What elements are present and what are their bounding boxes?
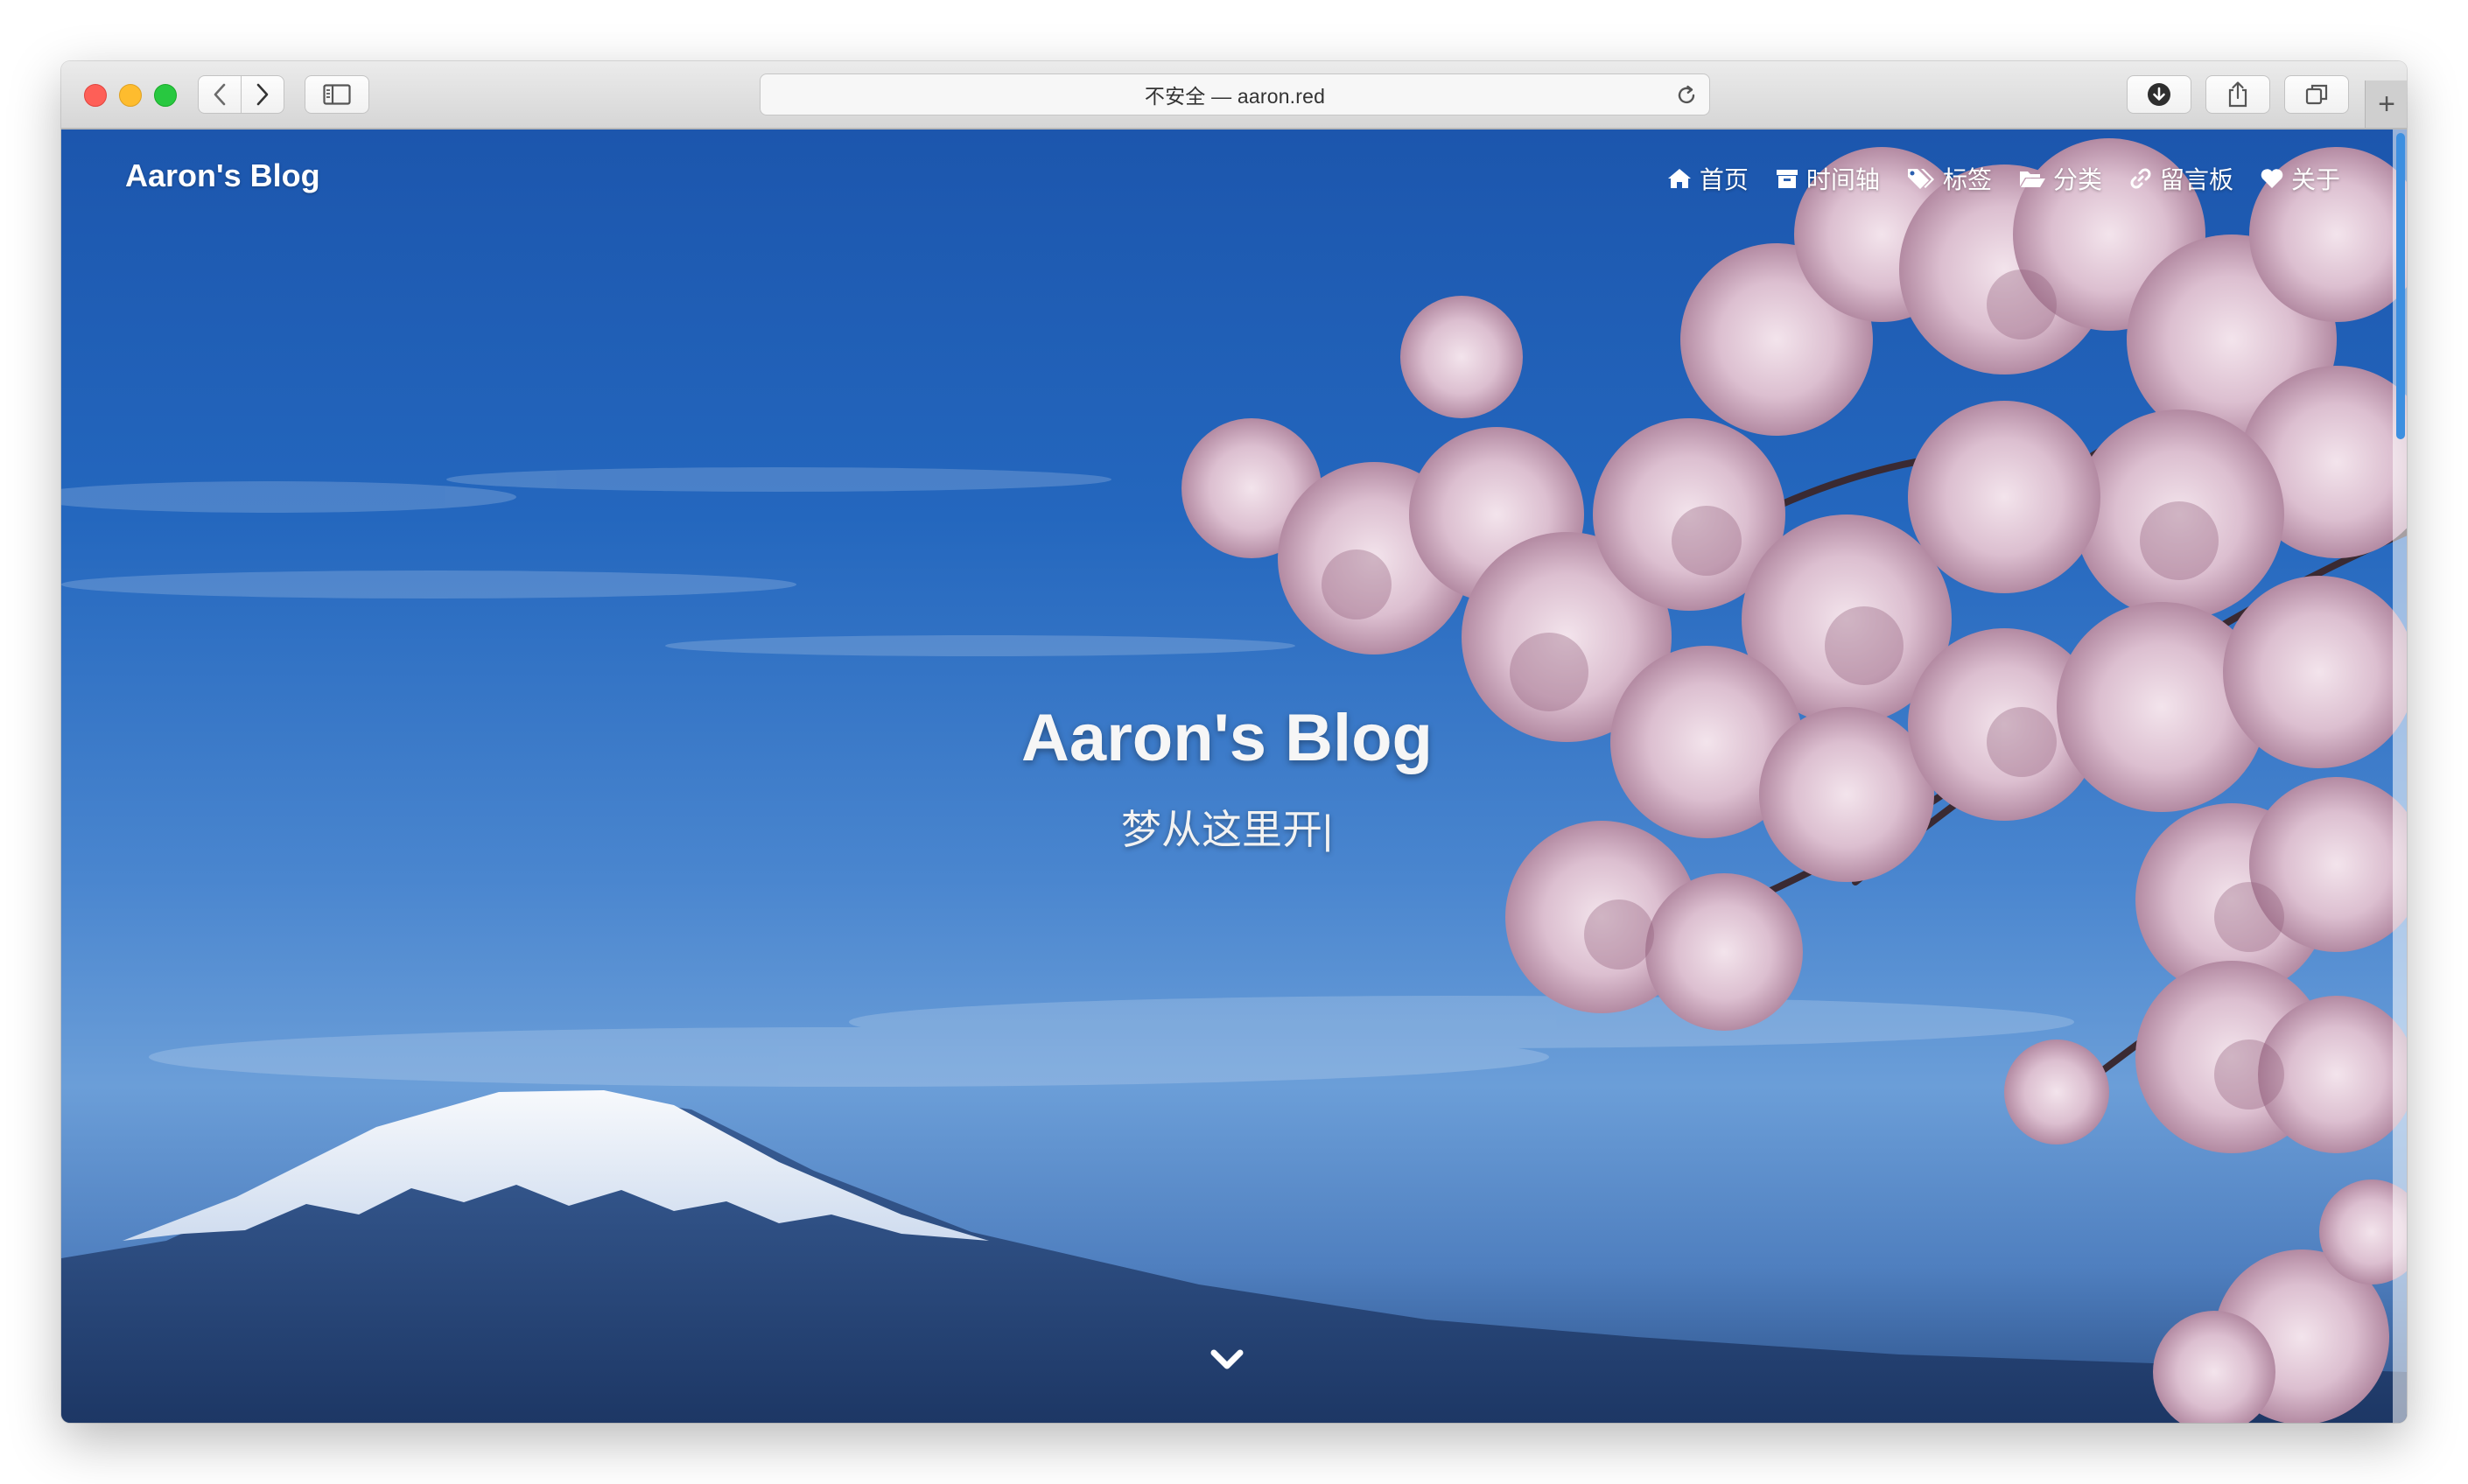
back-button[interactable] xyxy=(198,75,242,114)
hero-background-image xyxy=(61,138,2407,1423)
close-window-button[interactable] xyxy=(84,84,107,107)
sidebar-icon xyxy=(323,84,351,105)
home-icon xyxy=(1667,169,1691,188)
tabs-overview-icon xyxy=(2305,84,2328,105)
nav-item-label: 标签 xyxy=(1942,166,1992,193)
link-icon xyxy=(2130,168,2151,189)
heart-icon xyxy=(2261,169,2283,188)
nav-item-label: 首页 xyxy=(1699,166,1749,193)
forward-button[interactable] xyxy=(241,75,284,114)
download-icon xyxy=(2148,83,2170,106)
nav-item-categories[interactable]: 分类 xyxy=(2018,161,2102,196)
folder-open-icon xyxy=(2019,172,2045,187)
address-bar[interactable]: 不安全 — aaron.red xyxy=(760,74,1710,116)
page-scrollbar[interactable] xyxy=(2393,130,2407,1423)
tags-icon xyxy=(1907,169,1934,189)
browser-toolbar: 不安全 — aaron.red + xyxy=(61,61,2407,130)
archive-icon xyxy=(1776,170,1798,188)
browser-window: 不安全 — aaron.red + Aaron's Blog 首页 时间轴 标签… xyxy=(61,61,2407,1423)
new-tab-button[interactable]: + xyxy=(2365,80,2407,128)
nav-item-label: 时间轴 xyxy=(1805,166,1880,193)
minimize-window-button[interactable] xyxy=(119,84,142,107)
share-button[interactable] xyxy=(2205,75,2270,114)
site-nav: 首页 时间轴 标签 分类 留言板 关于 xyxy=(1666,161,2340,196)
chevron-down-icon[interactable] xyxy=(1209,1348,1245,1374)
blog-hero: Aaron's Blog 首页 时间轴 标签 分类 留言板 关于 Aaron's… xyxy=(61,130,2407,1423)
reload-button[interactable] xyxy=(1674,83,1699,108)
address-text: 不安全 — aaron.red xyxy=(1144,85,1326,108)
reload-icon xyxy=(1678,85,1695,104)
nav-item-guestbook[interactable]: 留言板 xyxy=(2128,161,2233,196)
nav-item-about[interactable]: 关于 xyxy=(2260,161,2340,196)
chevron-right-icon xyxy=(256,83,269,106)
scrollbar-thumb[interactable] xyxy=(2396,133,2405,439)
hero-title: Aaron's Blog xyxy=(1021,701,1433,775)
nav-item-label: 留言板 xyxy=(2159,166,2233,193)
nav-item-label: 关于 xyxy=(2290,166,2340,193)
site-brand[interactable]: Aaron's Blog xyxy=(125,158,320,194)
nav-item-timeline[interactable]: 时间轴 xyxy=(1775,161,1880,196)
sidebar-toggle-button[interactable] xyxy=(305,75,369,114)
zoom-window-button[interactable] xyxy=(154,84,177,107)
show-all-tabs-button[interactable] xyxy=(2284,75,2349,114)
nav-item-home[interactable]: 首页 xyxy=(1666,161,1749,196)
hero-subtitle: 梦从这里开| xyxy=(1121,807,1333,852)
nav-item-tags[interactable]: 标签 xyxy=(1906,161,1992,196)
nav-item-label: 分类 xyxy=(2052,166,2102,193)
chevron-left-icon xyxy=(214,83,226,106)
share-icon xyxy=(2228,81,2247,108)
downloads-button[interactable] xyxy=(2127,75,2191,114)
